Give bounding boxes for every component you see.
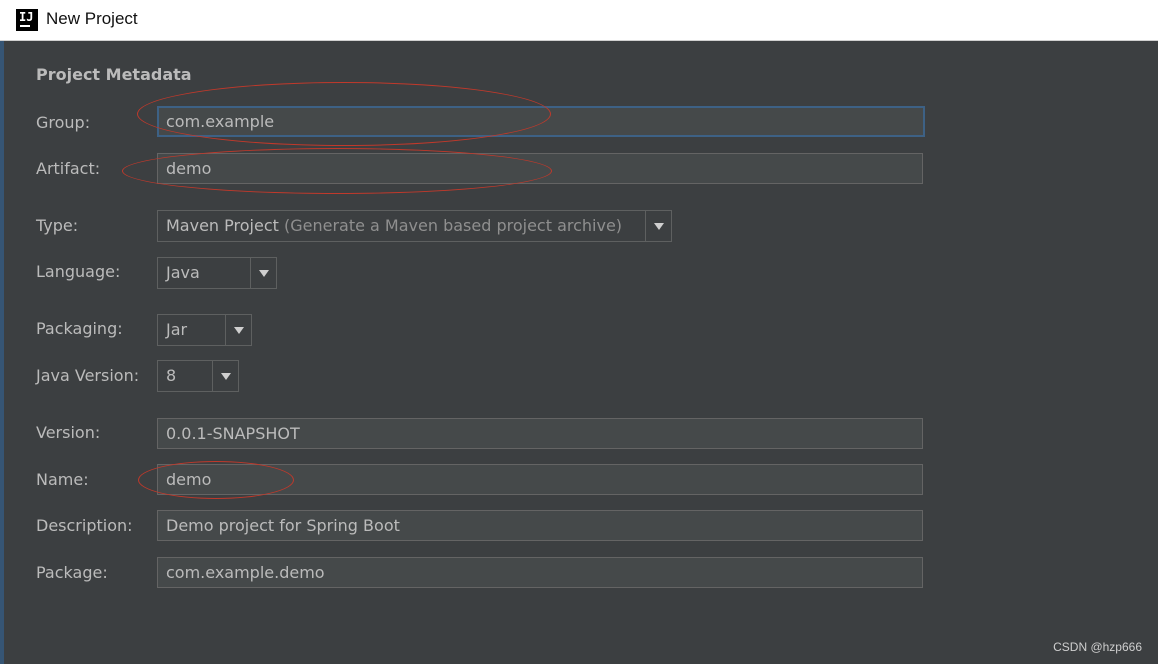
language-select[interactable]: Java — [157, 257, 277, 289]
version-input[interactable]: 0.0.1-SNAPSHOT — [157, 418, 923, 449]
type-select[interactable]: Maven Project (Generate a Maven based pr… — [157, 210, 672, 242]
group-label: Group: — [36, 113, 91, 132]
chevron-down-icon[interactable] — [250, 258, 276, 288]
window-title: New Project — [46, 9, 138, 28]
artifact-label: Artifact: — [36, 159, 101, 178]
artifact-input[interactable]: demo — [157, 153, 923, 184]
section-title: Project Metadata — [36, 65, 192, 84]
java-version-value: 8 — [166, 366, 177, 385]
title-bar: IJ New Project — [0, 0, 1158, 41]
description-input[interactable]: Demo project for Spring Boot — [157, 510, 923, 541]
watermark: CSDN @hzp666 — [1053, 640, 1142, 654]
package-input[interactable]: com.example.demo — [157, 557, 923, 588]
type-label: Type: — [36, 216, 79, 235]
intellij-idea-icon: IJ — [16, 9, 38, 31]
chevron-down-icon[interactable] — [212, 361, 238, 391]
type-hint: (Generate a Maven based project archive) — [283, 216, 623, 235]
java-version-select[interactable]: 8 — [157, 360, 239, 392]
packaging-value: Jar — [166, 320, 188, 339]
package-label: Package: — [36, 563, 108, 582]
description-label: Description: — [36, 516, 133, 535]
java-version-label: Java Version: — [36, 366, 140, 385]
chevron-down-icon[interactable] — [645, 211, 671, 241]
version-label: Version: — [36, 423, 101, 442]
window-edge — [0, 41, 4, 664]
chevron-down-icon[interactable] — [225, 315, 251, 345]
packaging-select[interactable]: Jar — [157, 314, 252, 346]
language-value: Java — [166, 263, 200, 282]
name-label: Name: — [36, 470, 89, 489]
language-label: Language: — [36, 262, 121, 281]
type-value: Maven Project — [166, 216, 279, 235]
name-input[interactable]: demo — [157, 464, 923, 495]
group-input[interactable]: com.example — [157, 106, 925, 137]
packaging-label: Packaging: — [36, 319, 123, 338]
